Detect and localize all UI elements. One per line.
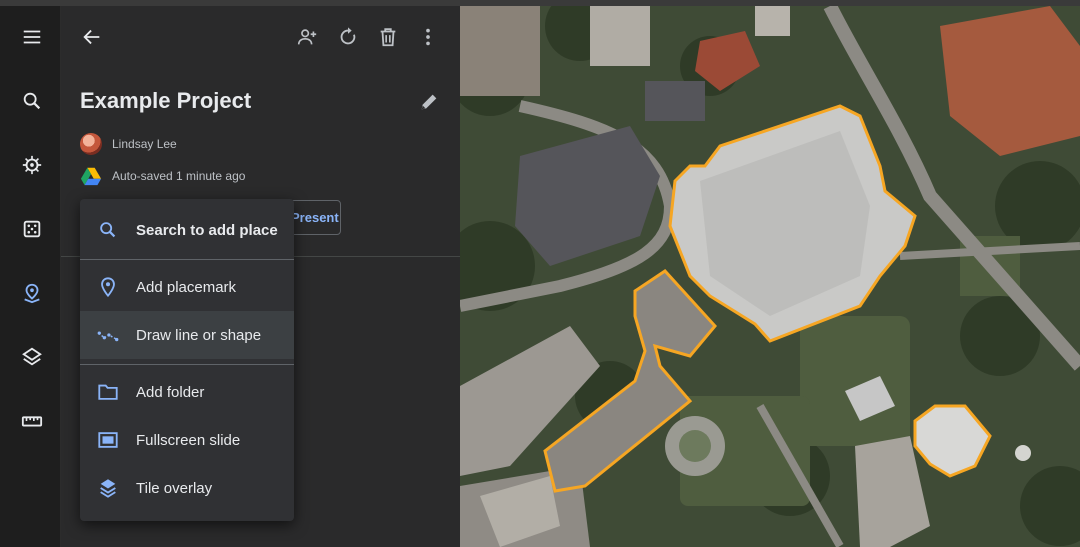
fountain [1015,445,1031,461]
map-canvas [460,6,1080,547]
menu-icon [23,30,41,44]
menu-item-label: Draw line or shape [136,326,262,344]
menu-item-label: Tile overlay [136,479,213,497]
search-button[interactable] [12,81,52,121]
left-nav-rail [0,6,61,547]
owner-name: Lindsay Lee [112,137,177,151]
add-feature-menu: Search to add place Add placemark Draw l… [80,199,294,521]
share-icon [297,29,317,45]
measure-icon [21,416,43,427]
menu-button[interactable] [12,17,52,57]
feeling-lucky-button[interactable] [12,209,52,249]
menu-item-draw-line-or-shape[interactable]: Draw line or shape [80,311,294,359]
search-icon [23,92,41,110]
undo-icon [340,27,356,45]
measure-button[interactable] [12,401,52,441]
placemark-icon [101,277,115,298]
more-options-button[interactable] [412,21,444,53]
menu-divider [80,259,294,260]
menu-item-label: Add folder [136,383,205,401]
menu-item-label: Search to add place [136,221,278,239]
present-label: Present [291,210,339,225]
voyager-button[interactable] [12,145,52,185]
projects-icon [24,283,40,304]
menu-item-search-to-add-place[interactable]: Search to add place [80,206,294,254]
delete-button[interactable] [372,21,404,53]
menu-divider [80,364,294,365]
menu-item-tile-overlay[interactable]: Tile overlay [80,464,294,512]
save-status-row: Auto-saved 1 minute ago [80,165,245,187]
map-style-button[interactable] [12,337,52,377]
undo-button[interactable] [332,21,364,53]
back-icon [83,29,100,45]
avatar [80,133,102,155]
slide-icon [98,432,118,448]
menu-item-label: Fullscreen slide [136,431,241,449]
menu-item-label: Add placemark [136,278,237,296]
projects-button[interactable] [12,273,52,313]
menu-item-fullscreen-slide[interactable]: Fullscreen slide [80,416,294,464]
google-drive-icon [80,167,102,186]
draw-line-icon [97,331,119,342]
map-style-icon [22,347,42,366]
search-icon [100,222,116,238]
folder-icon [98,384,118,400]
edit-title-button[interactable] [415,88,443,116]
share-button[interactable] [291,21,323,53]
pencil-icon [421,94,437,110]
feeling-lucky-icon [23,220,41,238]
more-options-icon [426,28,430,46]
delete-icon [380,28,396,47]
voyager-icon [22,155,42,175]
menu-item-add-placemark[interactable]: Add placemark [80,263,294,311]
save-status: Auto-saved 1 minute ago [112,169,246,183]
menu-item-add-folder[interactable]: Add folder [80,368,294,416]
satellite-map[interactable] [460,6,1080,547]
owner-row: Lindsay Lee [80,133,177,155]
project-title: Example Project [80,88,252,113]
tile-overlay-icon [100,479,116,498]
back-button[interactable] [76,21,108,53]
